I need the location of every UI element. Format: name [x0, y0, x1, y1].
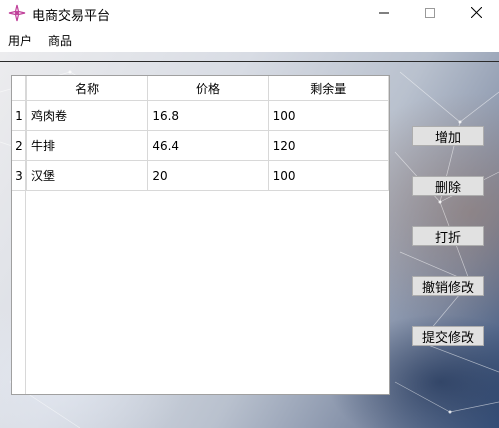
cell-price[interactable]: 46.4: [147, 130, 269, 161]
table-row[interactable]: 1 鸡肉卷 16.8 100: [12, 100, 389, 131]
cell-stock[interactable]: 100: [268, 100, 389, 131]
maximize-button[interactable]: [407, 0, 453, 28]
table-row[interactable]: 3 汉堡 20 100: [12, 160, 389, 191]
title-bar[interactable]: 电商交易平台: [0, 0, 499, 28]
cell-price[interactable]: 20: [147, 160, 269, 191]
maximize-icon: [425, 7, 435, 21]
undo-changes-button[interactable]: 撤销修改: [412, 276, 484, 296]
window-title: 电商交易平台: [32, 9, 111, 24]
table-header-row: 名称 价格 剩余量: [12, 76, 389, 101]
menu-bar: 用户 商品: [0, 28, 499, 50]
column-header-price[interactable]: 价格: [147, 76, 269, 101]
table-row[interactable]: 2 牛排 46.4 120: [12, 130, 389, 161]
menu-goods[interactable]: 商品: [48, 32, 72, 49]
close-button[interactable]: [453, 0, 499, 28]
cell-price[interactable]: 16.8: [147, 100, 269, 131]
cell-stock[interactable]: 120: [268, 130, 389, 161]
column-header-stock[interactable]: 剩余量: [268, 76, 389, 101]
cell-name[interactable]: 汉堡: [26, 160, 149, 191]
delete-button[interactable]: 删除: [412, 176, 484, 196]
cell-name[interactable]: 鸡肉卷: [26, 100, 149, 131]
divider-line: [0, 61, 499, 62]
goods-table[interactable]: 名称 价格 剩余量 1 鸡肉卷 16.8 100 2 牛排 46.4 120 3…: [11, 75, 390, 395]
minimize-button[interactable]: [361, 0, 407, 28]
column-header-name[interactable]: 名称: [26, 76, 149, 101]
cell-name[interactable]: 牛排: [26, 130, 149, 161]
menu-user[interactable]: 用户: [8, 32, 32, 49]
submit-changes-button[interactable]: 提交修改: [412, 326, 484, 346]
close-icon: [470, 6, 482, 21]
cell-stock[interactable]: 100: [268, 160, 389, 191]
app-window: 电商交易平台 用户 商品 名称 价格 剩余量 1 鸡肉卷 16.8 100 2 …: [0, 0, 499, 428]
minimize-icon: [379, 7, 389, 21]
discount-button[interactable]: 打折: [412, 226, 484, 246]
add-button[interactable]: 增加: [412, 126, 484, 146]
row-header-strip: [12, 76, 26, 394]
compass-star-icon: [8, 4, 26, 22]
